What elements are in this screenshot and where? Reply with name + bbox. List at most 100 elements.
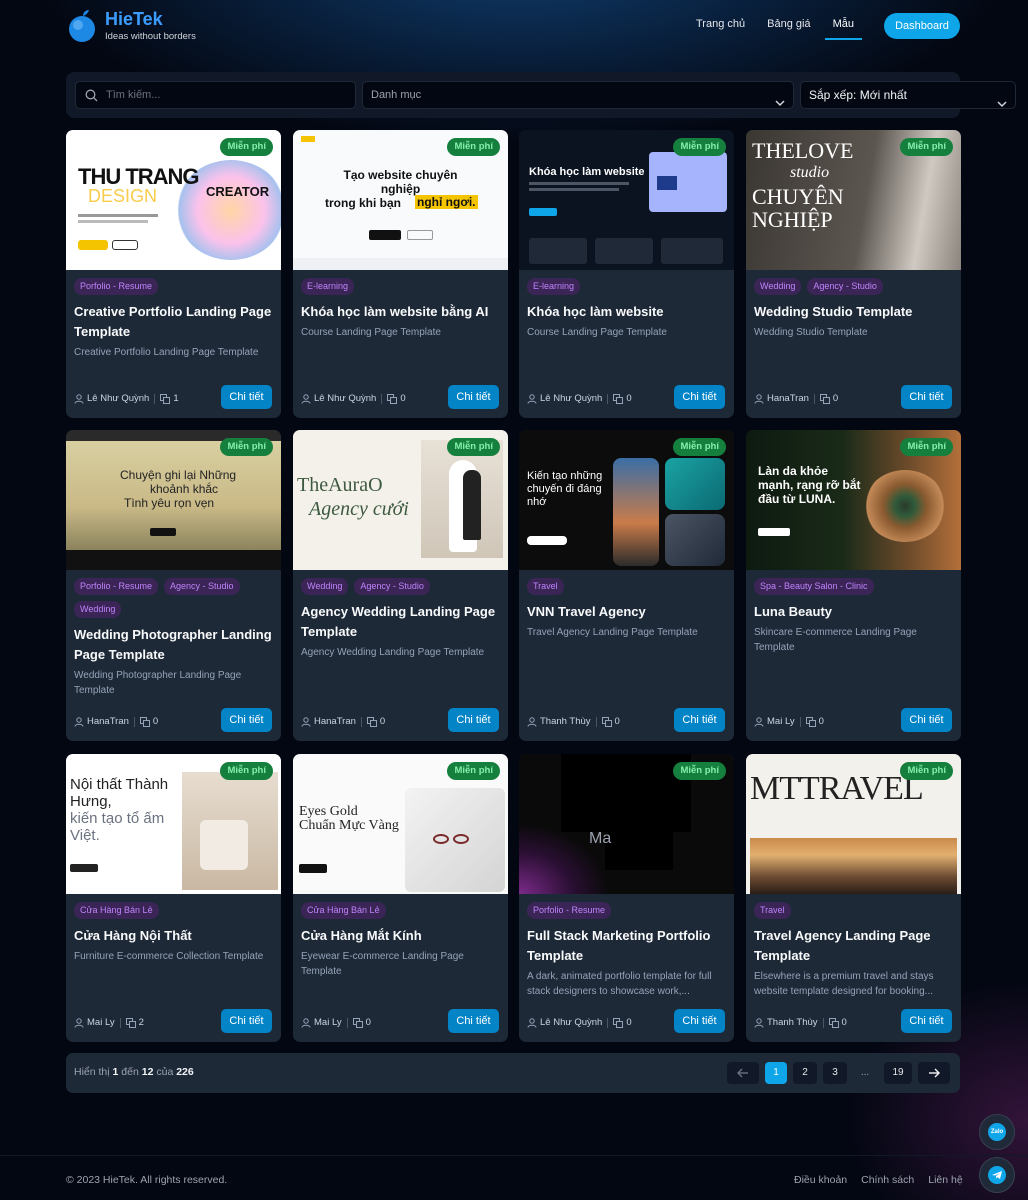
free-badge: Miễn phí	[673, 762, 726, 780]
nav-pricing[interactable]: Bảng giá	[767, 18, 810, 40]
card-title[interactable]: Full Stack Marketing Portfolio Template	[527, 926, 727, 966]
detail-button[interactable]: Chi tiết	[901, 385, 952, 409]
card-title[interactable]: Wedding Studio Template	[754, 302, 954, 322]
detail-button[interactable]: Chi tiết	[448, 708, 499, 732]
logo-icon	[66, 8, 98, 44]
nav-templates[interactable]: Mẫu	[824, 18, 862, 40]
category-tag[interactable]: Wedding	[754, 278, 802, 295]
category-tag[interactable]: Agency - Studio	[164, 578, 240, 595]
zalo-chat-button[interactable]: Zalo	[979, 1114, 1015, 1150]
template-card[interactable]: Ma Miễn phí Porfolio - Resume Full Stack…	[519, 754, 734, 1042]
detail-button[interactable]: Chi tiết	[901, 708, 952, 732]
pagination-text: Hiển thị	[74, 1066, 110, 1078]
category-select[interactable]: Danh mục	[362, 81, 794, 109]
category-tag[interactable]: Travel	[754, 902, 791, 919]
template-card[interactable]: Kiến tạo những chuyến đi đáng nhớ Miễn p…	[519, 430, 734, 741]
card-title[interactable]: VNN Travel Agency	[527, 602, 727, 622]
category-tag[interactable]: E-learning	[527, 278, 581, 295]
thumb-text: khoảnh khắc	[150, 482, 219, 496]
next-page-button[interactable]	[918, 1062, 950, 1084]
prev-page-button[interactable]	[727, 1062, 759, 1084]
card-description: Wedding Studio Template	[754, 327, 868, 338]
card-title[interactable]: Agency Wedding Landing Page Template	[301, 602, 501, 642]
free-badge: Miễn phí	[447, 438, 500, 456]
template-card[interactable]: Khóa học làm website Miễn phí E-learning…	[519, 130, 734, 418]
category-tag[interactable]: Cửa Hàng Bán Lẻ	[74, 902, 159, 919]
card-title[interactable]: Cửa Hàng Mắt Kính	[301, 926, 501, 946]
usage-count: 0	[400, 393, 406, 404]
template-card[interactable]: Tạo website chuyên nghiệp trong khi bạn …	[293, 130, 508, 418]
detail-button[interactable]: Chi tiết	[221, 708, 272, 732]
thumb-text: trong khi bạn	[325, 196, 401, 210]
category-tag[interactable]: Agency - Studio	[354, 578, 430, 595]
template-card[interactable]: THU TRANG DESIGN CREATOR Miễn phí Porfol…	[66, 130, 281, 418]
search-input[interactable]	[106, 82, 346, 108]
detail-button[interactable]: Chi tiết	[674, 385, 725, 409]
card-title[interactable]: Travel Agency Landing Page Template	[754, 926, 954, 966]
card-title[interactable]: Wedding Photographer Landing Page Templa…	[74, 625, 274, 665]
card-meta: Mai Ly 0	[754, 716, 824, 727]
card-title[interactable]: Cửa Hàng Nội Thất	[74, 926, 274, 946]
page-button-19[interactable]: 19	[884, 1062, 912, 1084]
template-card[interactable]: Nội thất Thành Hưng, kiến tạo tổ ấm Việt…	[66, 754, 281, 1042]
thumb-text: Tình yêu rọn vẹn	[124, 496, 215, 510]
card-title[interactable]: Khóa học làm website	[527, 302, 727, 322]
category-tag[interactable]: Porfolio - Resume	[527, 902, 612, 919]
card-title[interactable]: Khóa học làm website bằng AI	[301, 302, 501, 322]
footer-link-terms[interactable]: Điều khoản	[794, 1174, 847, 1186]
category-tag[interactable]: Porfolio - Resume	[74, 578, 159, 595]
page-button-2[interactable]: 2	[793, 1062, 817, 1084]
detail-button[interactable]: Chi tiết	[448, 1009, 499, 1033]
detail-button[interactable]: Chi tiết	[448, 385, 499, 409]
template-card[interactable]: Làn da khỏe mạnh, rạng rỡ bắt đầu từ LUN…	[746, 430, 961, 741]
page-button-1[interactable]: 1	[765, 1062, 787, 1084]
card-title[interactable]: Creative Portfolio Landing Page Template	[74, 302, 274, 342]
free-badge: Miễn phí	[900, 138, 953, 156]
tag-list: Cửa Hàng Bán Lẻ	[74, 902, 274, 925]
detail-button[interactable]: Chi tiết	[674, 708, 725, 732]
thumb-text: Agency cưới	[309, 498, 409, 520]
thumb-text: Làn da khỏe	[758, 464, 829, 478]
template-card[interactable]: THELOVE studio CHUYÊN NGHIỆP Miễn phí We…	[746, 130, 961, 418]
template-card[interactable]: TheAuraO Agency cưới Miễn phí Wedding Ag…	[293, 430, 508, 741]
copy-icon	[139, 716, 150, 727]
footer-link-policy[interactable]: Chính sách	[861, 1174, 914, 1186]
category-tag[interactable]: Wedding	[74, 601, 122, 618]
card-meta: Lê Như Quỳnh 0	[527, 393, 632, 404]
detail-button[interactable]: Chi tiết	[674, 1009, 725, 1033]
user-icon	[74, 1017, 84, 1028]
category-tag[interactable]: Cửa Hàng Bán Lẻ	[301, 902, 386, 919]
category-tag[interactable]: Agency - Studio	[807, 278, 883, 295]
template-card[interactable]: Eyes Gold Chuẩn Mực Vàng Miễn phí Cửa Hà…	[293, 754, 508, 1042]
footer-link-contact[interactable]: Liên hệ	[928, 1174, 962, 1186]
copy-icon	[819, 393, 830, 404]
dashboard-button[interactable]: Dashboard	[884, 13, 960, 39]
category-tag[interactable]: Wedding	[301, 578, 349, 595]
usage-count: 0	[152, 716, 159, 727]
usage-count: 0	[626, 1017, 632, 1028]
author-name: Mai Ly	[87, 1017, 115, 1028]
template-card[interactable]: MTTRAVEL Miễn phí Travel Travel Agency L…	[746, 754, 961, 1042]
category-tag[interactable]: Travel	[527, 578, 564, 595]
author-name: Thanh Thùy	[540, 716, 591, 727]
usage-count: 1	[173, 393, 179, 404]
detail-button[interactable]: Chi tiết	[221, 385, 272, 409]
nav-home[interactable]: Trang chủ	[696, 18, 745, 40]
chevron-down-icon	[997, 91, 1007, 117]
site-header: HieTek Ideas without borders Trang chủ B…	[0, 0, 1028, 52]
card-title[interactable]: Luna Beauty	[754, 602, 954, 622]
detail-button[interactable]: Chi tiết	[221, 1009, 272, 1033]
category-tag[interactable]: Porfolio - Resume	[74, 278, 159, 295]
thumb-text: Kiến tạo những	[527, 470, 603, 482]
category-tag[interactable]: E-learning	[301, 278, 355, 295]
tag-list: Wedding Agency - Studio	[301, 578, 501, 601]
detail-button[interactable]: Chi tiết	[901, 1009, 952, 1033]
page-button-3[interactable]: 3	[823, 1062, 847, 1084]
brand-logo[interactable]: HieTek Ideas without borders	[66, 8, 196, 44]
template-card[interactable]: Chuyện ghi lại Những khoảnh khắc Tình yê…	[66, 430, 281, 741]
copy-icon	[613, 393, 624, 404]
category-tag[interactable]: Spa - Beauty Salon - Clinic	[754, 578, 874, 595]
telegram-chat-button[interactable]	[979, 1157, 1015, 1193]
sort-select[interactable]: Sắp xếp: Mới nhất	[800, 81, 1016, 109]
thumb-text: Việt.	[70, 827, 100, 844]
